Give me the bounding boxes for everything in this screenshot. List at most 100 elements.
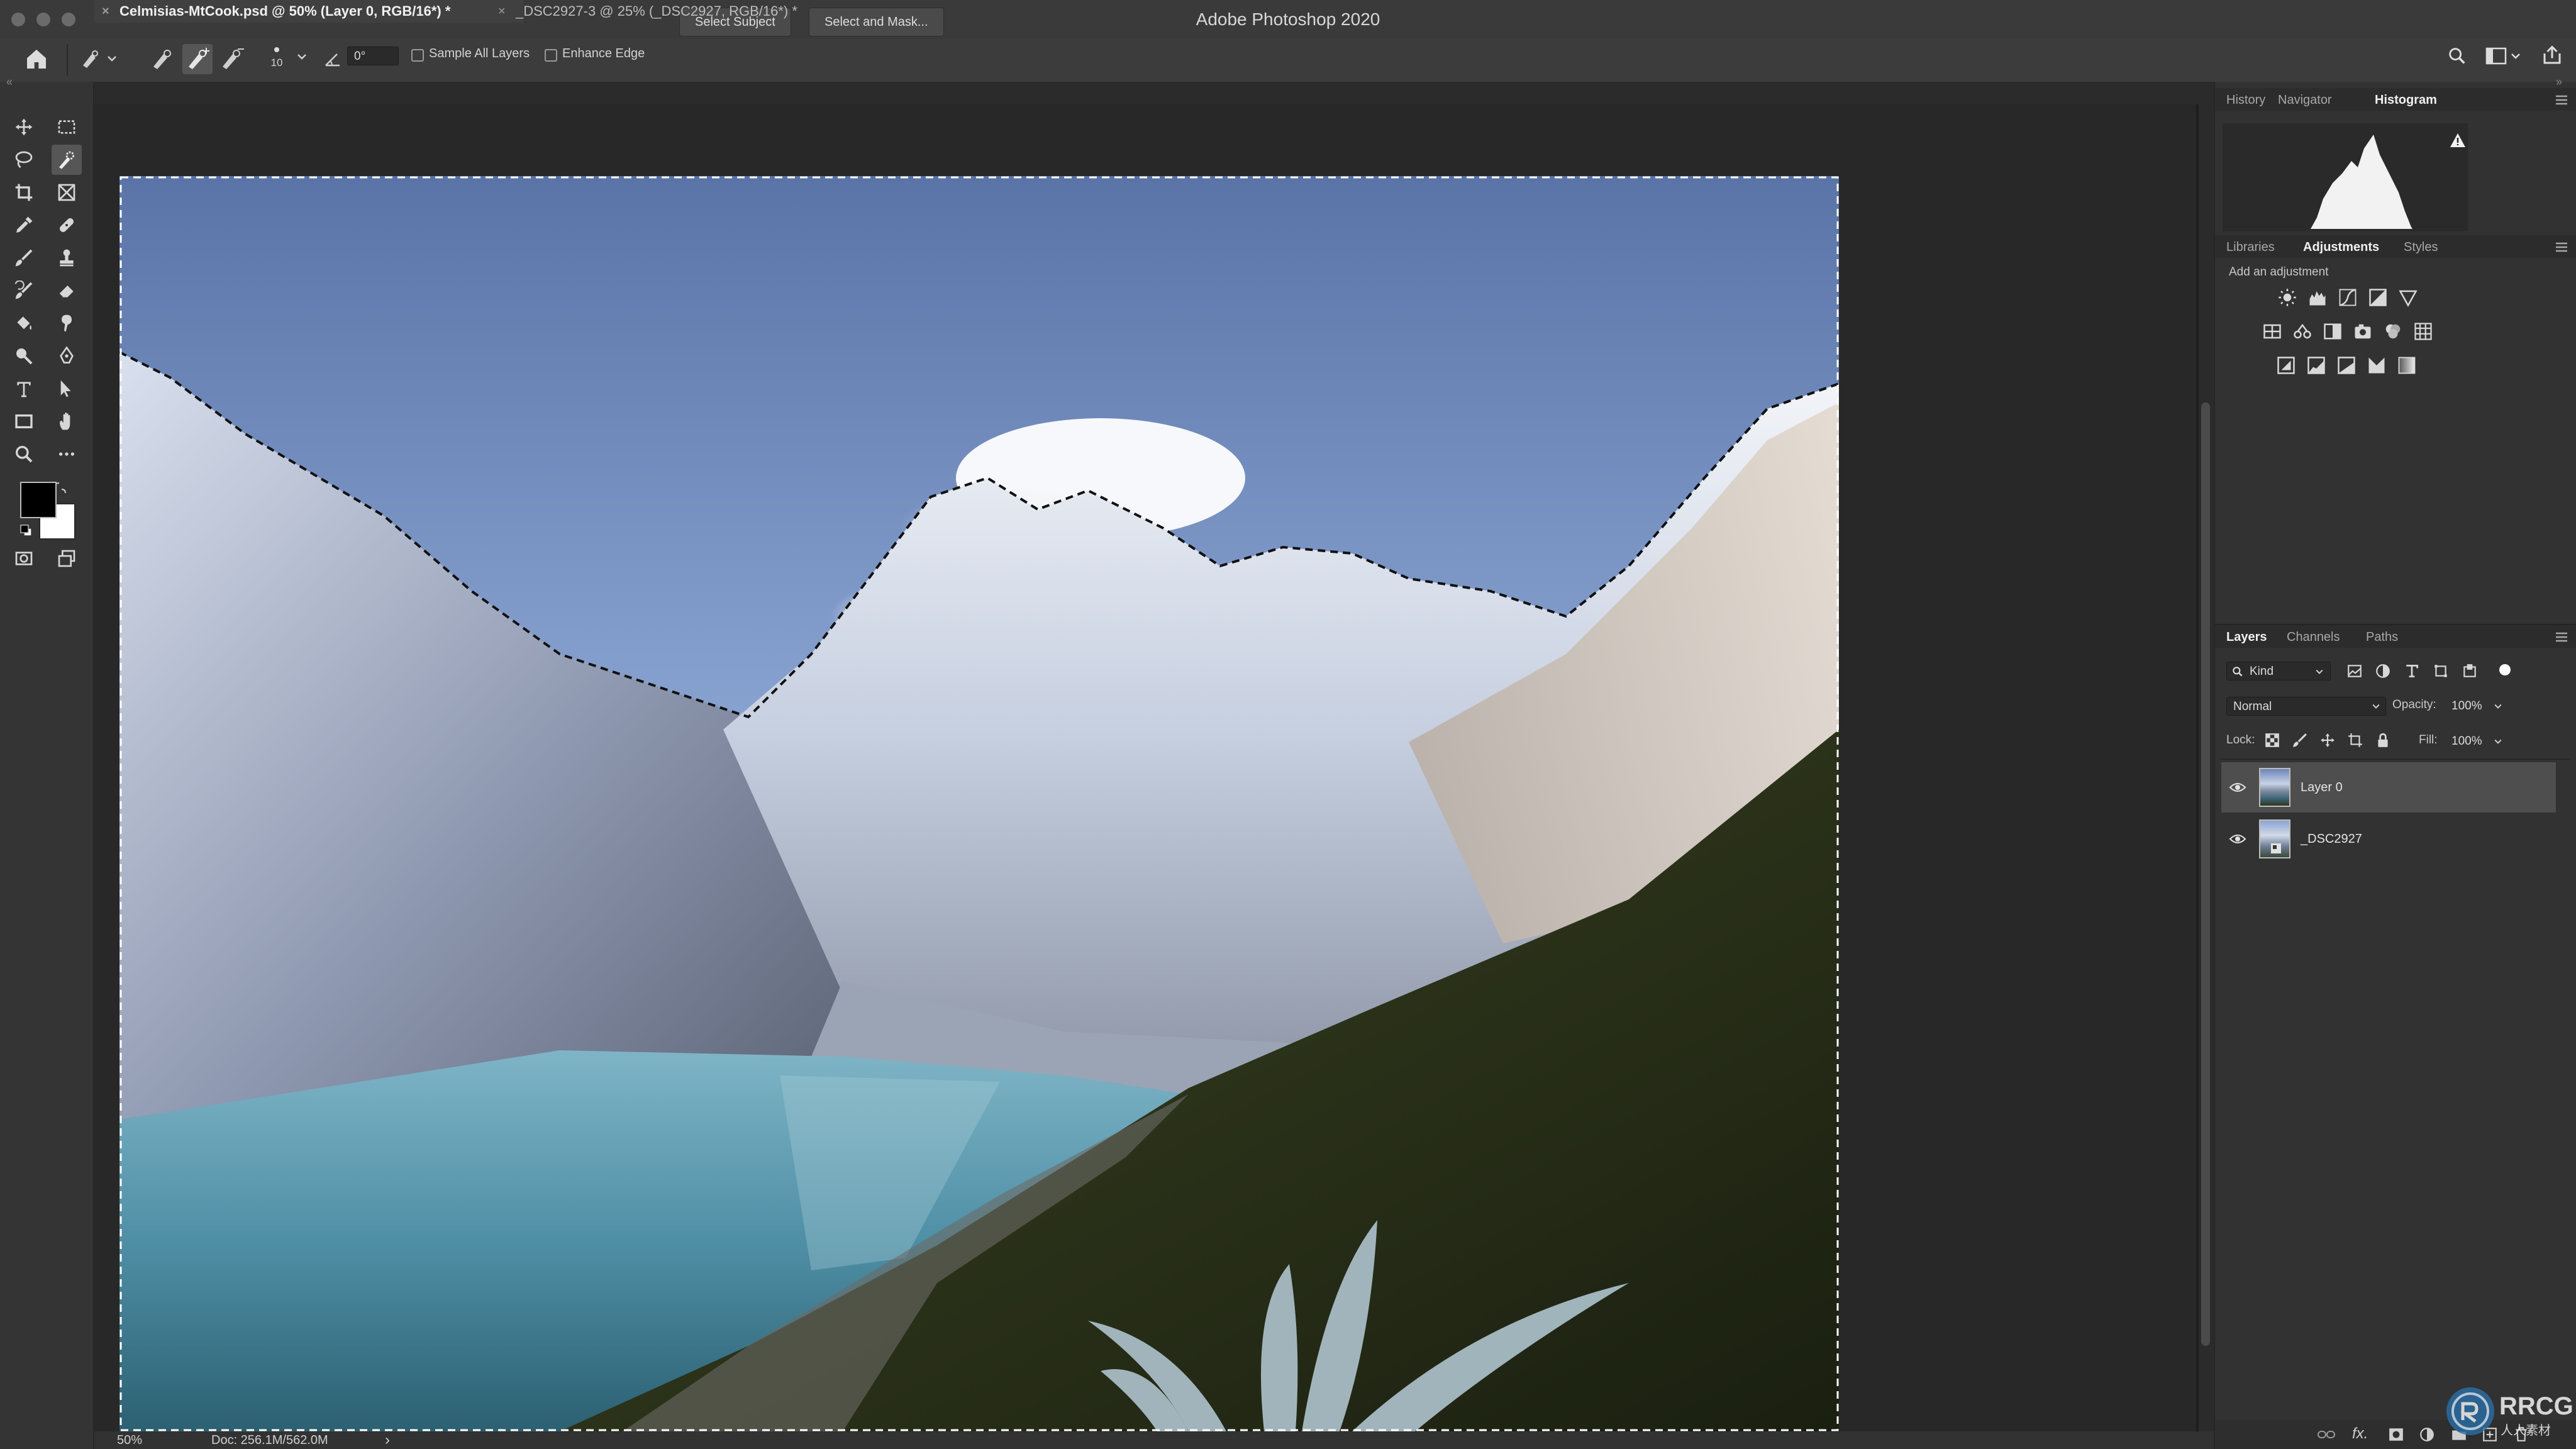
lock-image-pixels-icon[interactable]: [2292, 732, 2308, 748]
tool-preset-picker[interactable]: [78, 48, 118, 70]
marquee-tool-icon[interactable]: [52, 112, 82, 142]
tab-adjustments[interactable]: Adjustments: [2303, 240, 2379, 255]
move-tool-icon[interactable]: [9, 112, 39, 142]
color-lookup-icon[interactable]: [2414, 322, 2433, 341]
tab-libraries[interactable]: Libraries: [2226, 240, 2275, 255]
layer-name[interactable]: _DSC2927: [2301, 832, 2362, 847]
chevron-down-icon[interactable]: [296, 50, 308, 63]
zoom-level[interactable]: 50%: [117, 1431, 142, 1449]
subtract-from-selection-mode-icon[interactable]: [218, 47, 245, 72]
share-icon[interactable]: [2541, 44, 2563, 67]
eye-icon[interactable]: [2229, 833, 2246, 845]
tab-document-1[interactable]: × Celmisias-MtCook.psd @ 50% (Layer 0, R…: [94, 0, 523, 23]
channel-mixer-icon[interactable]: [2384, 322, 2402, 341]
lock-all-icon[interactable]: [2375, 732, 2391, 748]
fx-icon[interactable]: fx.: [2352, 1425, 2368, 1443]
lasso-tool-icon[interactable]: [9, 145, 39, 175]
close-tab-icon[interactable]: ×: [498, 0, 506, 23]
quick-selection-tool-icon[interactable]: [52, 145, 82, 175]
color-balance-icon[interactable]: [2293, 322, 2312, 341]
lock-artboard-icon[interactable]: [2347, 732, 2363, 748]
curves-icon[interactable]: [2338, 288, 2357, 307]
frame-tool-icon[interactable]: [52, 177, 82, 208]
photo-filter-icon[interactable]: [2353, 322, 2372, 341]
tab-history[interactable]: History: [2226, 93, 2265, 108]
type-tool-icon[interactable]: [9, 374, 39, 404]
tab-histogram[interactable]: Histogram: [2375, 93, 2437, 108]
enhance-edge-checkbox[interactable]: [545, 49, 557, 62]
new-adjustment-layer-icon[interactable]: [2419, 1426, 2435, 1443]
default-colors-icon[interactable]: [19, 523, 34, 538]
add-mask-icon[interactable]: [2387, 1426, 2405, 1443]
filter-smart-objects-icon[interactable]: [2462, 663, 2478, 679]
filter-type-layers-icon[interactable]: [2404, 663, 2420, 679]
panel-menu-icon[interactable]: [2555, 631, 2568, 643]
black-white-icon[interactable]: [2323, 322, 2342, 341]
screen-mode-icon[interactable]: [52, 543, 82, 574]
rectangle-tool-icon[interactable]: [9, 406, 39, 436]
levels-icon[interactable]: [2308, 288, 2327, 307]
dodge-tool-icon[interactable]: [9, 341, 39, 371]
filter-toggle-button[interactable]: [2499, 664, 2511, 675]
angle-input[interactable]: 0°: [347, 47, 399, 65]
filter-shape-layers-icon[interactable]: [2433, 663, 2449, 679]
smudge-tool-icon[interactable]: [52, 308, 82, 338]
history-brush-tool-icon[interactable]: [9, 275, 39, 306]
tab-layers[interactable]: Layers: [2226, 630, 2267, 645]
hue-saturation-icon[interactable]: [2263, 322, 2282, 341]
status-menu-icon[interactable]: ›: [385, 1431, 390, 1449]
path-selection-tool-icon[interactable]: [52, 374, 82, 404]
collapse-tools-icon[interactable]: «: [6, 75, 13, 89]
eyedropper-tool-icon[interactable]: [9, 210, 39, 240]
foreground-color-swatch[interactable]: [20, 482, 57, 518]
blend-mode-select[interactable]: Normal: [2226, 697, 2386, 716]
gradient-map-icon[interactable]: [2397, 356, 2416, 375]
tab-channels[interactable]: Channels: [2287, 630, 2340, 645]
new-selection-mode-icon[interactable]: [148, 47, 176, 72]
home-icon[interactable]: [24, 47, 49, 72]
tab-navigator[interactable]: Navigator: [2278, 93, 2332, 108]
eraser-tool-icon[interactable]: [52, 275, 82, 306]
tab-paths[interactable]: Paths: [2366, 630, 2398, 645]
search-icon[interactable]: [2446, 45, 2468, 67]
exposure-icon[interactable]: [2368, 288, 2387, 307]
pen-tool-icon[interactable]: [52, 341, 82, 371]
paint-bucket-tool-icon[interactable]: [9, 308, 39, 338]
link-layers-icon[interactable]: [2317, 1426, 2336, 1443]
invert-icon[interactable]: [2277, 356, 2296, 375]
chevron-down-icon[interactable]: [2493, 736, 2503, 747]
layer-name[interactable]: Layer 0: [2301, 780, 2343, 795]
lock-position-icon[interactable]: [2319, 732, 2336, 748]
tab-styles[interactable]: Styles: [2404, 240, 2438, 255]
filter-pixel-layers-icon[interactable]: [2346, 663, 2363, 679]
filter-adjustment-layers-icon[interactable]: [2375, 663, 2391, 679]
posterize-icon[interactable]: [2307, 356, 2326, 375]
workspace-icon[interactable]: [2484, 45, 2522, 67]
clone-stamp-tool-icon[interactable]: [52, 243, 82, 273]
panel-menu-icon[interactable]: [2555, 94, 2568, 106]
scrollbar-thumb[interactable]: [2201, 402, 2210, 1346]
selective-color-icon[interactable]: [2367, 356, 2386, 375]
eye-icon[interactable]: [2229, 781, 2246, 794]
quick-mask-icon[interactable]: [9, 543, 39, 574]
document-canvas[interactable]: [119, 176, 1839, 1431]
brush-size-picker[interactable]: 10: [264, 43, 289, 75]
more-tools-icon[interactable]: [52, 439, 82, 469]
brush-tool-icon[interactable]: [9, 243, 39, 273]
collapse-panels-icon[interactable]: »: [2556, 75, 2562, 89]
tab-document-2[interactable]: × _DSC2927-3 @ 25% (_DSC2927, RGB/16*) *: [491, 0, 877, 23]
crop-tool-icon[interactable]: [9, 177, 39, 208]
sample-all-layers-checkbox[interactable]: [411, 49, 424, 62]
healing-brush-tool-icon[interactable]: [52, 210, 82, 240]
hand-tool-icon[interactable]: [52, 406, 82, 436]
brightness-contrast-icon[interactable]: [2278, 288, 2297, 307]
add-to-selection-mode-icon[interactable]: [182, 44, 213, 74]
vibrance-icon[interactable]: [2399, 288, 2418, 307]
threshold-icon[interactable]: [2337, 356, 2356, 375]
warning-icon[interactable]: [2449, 132, 2467, 148]
chevron-down-icon[interactable]: [2493, 701, 2503, 711]
lock-transparent-pixels-icon[interactable]: [2264, 732, 2280, 748]
close-tab-icon[interactable]: ×: [102, 0, 109, 23]
zoom-tool-icon[interactable]: [9, 439, 39, 469]
panel-menu-icon[interactable]: [2555, 242, 2568, 253]
